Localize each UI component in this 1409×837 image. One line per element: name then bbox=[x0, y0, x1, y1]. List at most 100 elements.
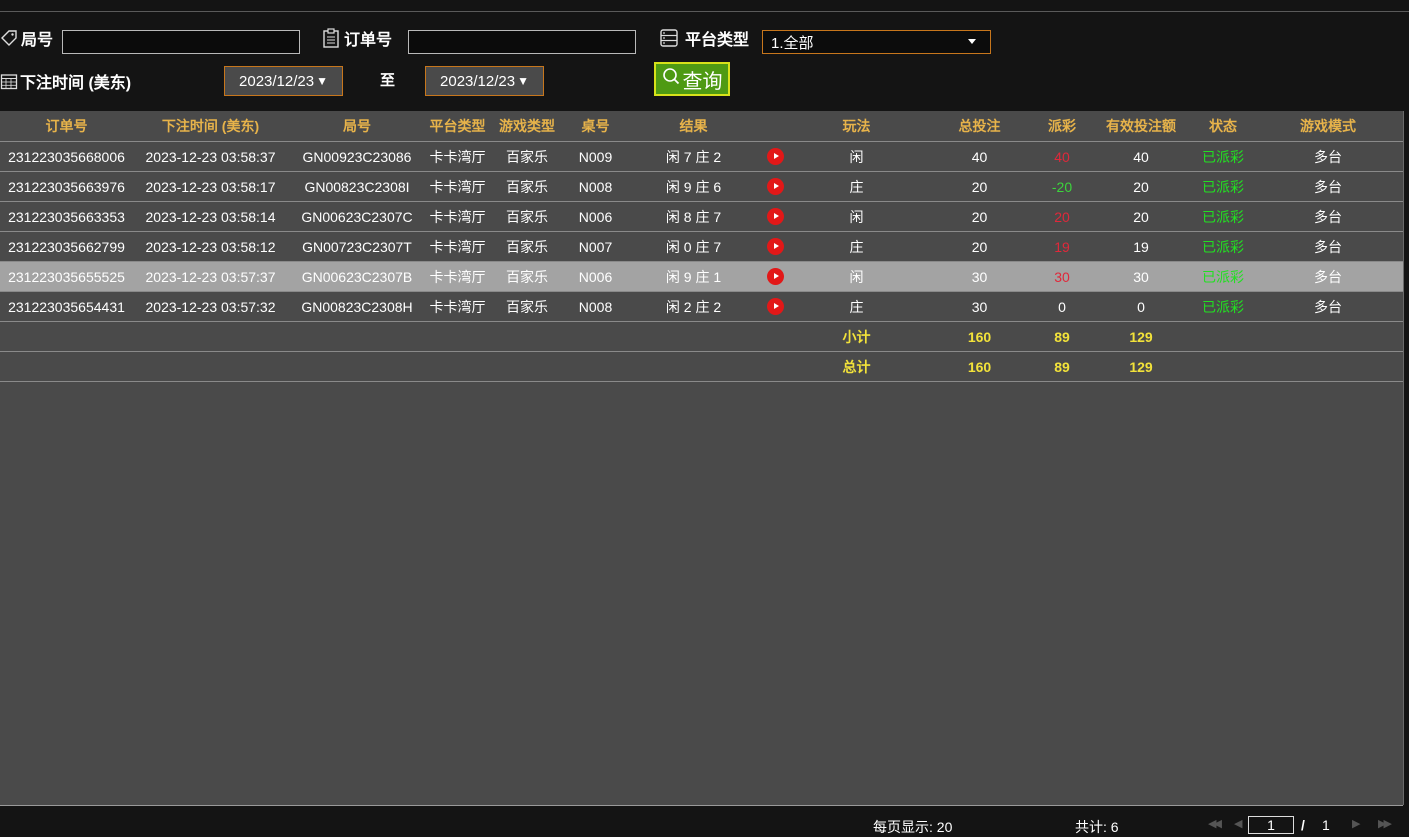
cell-bet: 20 bbox=[924, 171, 1035, 202]
next-page-icon[interactable]: ▶ bbox=[1352, 817, 1361, 830]
cell-time: 2023-12-23 03:57:37 bbox=[133, 261, 288, 292]
order-filter-label: 订单号 bbox=[322, 26, 392, 50]
total-bet: 160 bbox=[924, 351, 1035, 382]
filter-bar: 局号 订单号 平台类型 1.全部 下注时间 (美东) 2023/12/23 ▼ 至… bbox=[0, 0, 1409, 108]
cell-order: 231223035654431 bbox=[0, 291, 133, 322]
play-icon[interactable] bbox=[766, 238, 784, 256]
round-input[interactable] bbox=[62, 30, 300, 54]
cell-play: 闲 bbox=[789, 141, 924, 172]
cell-order: 231223035663976 bbox=[0, 171, 133, 202]
order-input[interactable] bbox=[408, 30, 636, 54]
cell-replay bbox=[761, 231, 789, 262]
cell-valid: 40 bbox=[1089, 141, 1193, 172]
col-mode: 游戏模式 bbox=[1253, 111, 1403, 142]
cell-result: 闲 9 庄 1 bbox=[626, 261, 761, 292]
play-icon[interactable] bbox=[766, 298, 784, 316]
last-page-icon[interactable]: ▶▶ bbox=[1378, 817, 1392, 830]
cell-order: 231223035663353 bbox=[0, 201, 133, 232]
query-button[interactable]: 查询 bbox=[654, 62, 730, 96]
cell-result: 闲 8 庄 7 bbox=[626, 201, 761, 232]
play-icon[interactable] bbox=[766, 178, 784, 196]
cell-play: 闲 bbox=[789, 201, 924, 232]
cell-status: 已派彩 bbox=[1193, 141, 1253, 172]
cell-bet: 30 bbox=[924, 291, 1035, 322]
cell-status: 已派彩 bbox=[1193, 291, 1253, 322]
page-total: 1 bbox=[1322, 817, 1330, 833]
subtotal-bet: 160 bbox=[924, 321, 1035, 352]
cell-order: 231223035662799 bbox=[0, 231, 133, 262]
col-status: 状态 bbox=[1193, 111, 1253, 142]
to-label: 至 bbox=[380, 72, 396, 89]
total-label: 总计 bbox=[789, 351, 924, 382]
cell-valid: 30 bbox=[1089, 261, 1193, 292]
cell-table: N008 bbox=[565, 171, 626, 202]
cell-round: GN00823C2308I bbox=[288, 171, 426, 202]
cell-replay bbox=[761, 291, 789, 322]
date-from-picker[interactable]: 2023/12/23 ▼ bbox=[224, 66, 343, 96]
cell-play: 闲 bbox=[789, 261, 924, 292]
col-valid: 有效投注额 bbox=[1089, 111, 1193, 142]
play-icon[interactable] bbox=[766, 268, 784, 286]
tag-icon bbox=[0, 29, 18, 47]
cell-result: 闲 2 庄 2 bbox=[626, 291, 761, 322]
cell-game: 百家乐 bbox=[489, 141, 565, 172]
round-filter-label: 局号 bbox=[0, 26, 53, 50]
cell-mode: 多台 bbox=[1253, 171, 1403, 202]
cell-game: 百家乐 bbox=[489, 261, 565, 292]
table-row[interactable]: 231223035668006 2023-12-23 03:58:37 GN00… bbox=[0, 141, 1403, 172]
cell-bet: 40 bbox=[924, 141, 1035, 172]
cell-bet: 20 bbox=[924, 201, 1035, 232]
table-row[interactable]: 231223035662799 2023-12-23 03:58:12 GN00… bbox=[0, 231, 1403, 262]
cell-play: 庄 bbox=[789, 231, 924, 262]
cell-replay bbox=[761, 171, 789, 202]
cell-mode: 多台 bbox=[1253, 201, 1403, 232]
cell-valid: 20 bbox=[1089, 201, 1193, 232]
cell-status: 已派彩 bbox=[1193, 231, 1253, 262]
cell-valid: 19 bbox=[1089, 231, 1193, 262]
cell-time: 2023-12-23 03:58:12 bbox=[133, 231, 288, 262]
cell-game: 百家乐 bbox=[489, 201, 565, 232]
subtotal-label: 小计 bbox=[789, 321, 924, 352]
calendar-icon bbox=[0, 72, 18, 90]
subtotal-row: 小计 160 89 129 bbox=[0, 321, 1403, 352]
cell-play: 庄 bbox=[789, 291, 924, 322]
col-game: 游戏类型 bbox=[489, 111, 565, 142]
cell-payout: -20 bbox=[1035, 171, 1089, 202]
platform-filter-label: 平台类型 bbox=[659, 26, 749, 50]
table-row[interactable]: 231223035663353 2023-12-23 03:58:14 GN00… bbox=[0, 201, 1403, 232]
cell-status: 已派彩 bbox=[1193, 171, 1253, 202]
table-row[interactable]: 231223035663976 2023-12-23 03:58:17 GN00… bbox=[0, 171, 1403, 202]
col-payout: 派彩 bbox=[1035, 111, 1089, 142]
cell-mode: 多台 bbox=[1253, 231, 1403, 262]
cell-valid: 0 bbox=[1089, 291, 1193, 322]
cell-game: 百家乐 bbox=[489, 171, 565, 202]
time-filter-label: 下注时间 (美东) bbox=[0, 69, 131, 93]
platform-select[interactable]: 1.全部 bbox=[762, 30, 991, 54]
cell-table: N008 bbox=[565, 291, 626, 322]
play-icon[interactable] bbox=[766, 208, 784, 226]
col-platform: 平台类型 bbox=[426, 111, 489, 142]
clipboard-icon bbox=[322, 28, 340, 48]
cell-result: 闲 9 庄 6 bbox=[626, 171, 761, 202]
col-time: 下注时间 (美东) bbox=[133, 111, 288, 142]
table-row[interactable]: 231223035654431 2023-12-23 03:57:32 GN00… bbox=[0, 291, 1403, 322]
col-round: 局号 bbox=[288, 111, 426, 142]
prev-page-icon[interactable]: ◀ bbox=[1234, 817, 1243, 830]
total-row: 总计 160 89 129 bbox=[0, 351, 1403, 382]
cell-bet: 20 bbox=[924, 231, 1035, 262]
cell-table: N006 bbox=[565, 201, 626, 232]
subtotal-payout: 89 bbox=[1035, 321, 1089, 352]
table-row-selected[interactable]: 231223035655525 2023-12-23 03:57:37 GN00… bbox=[0, 261, 1403, 292]
cell-game: 百家乐 bbox=[489, 231, 565, 262]
col-table: 桌号 bbox=[565, 111, 626, 142]
date-to-picker[interactable]: 2023/12/23 ▼ bbox=[425, 66, 544, 96]
play-icon[interactable] bbox=[766, 148, 784, 166]
cell-time: 2023-12-23 03:58:17 bbox=[133, 171, 288, 202]
col-result: 结果 bbox=[626, 111, 761, 142]
cell-time: 2023-12-23 03:58:14 bbox=[133, 201, 288, 232]
page-number-input[interactable]: 1 bbox=[1248, 816, 1294, 834]
first-page-icon[interactable]: ◀◀ bbox=[1208, 817, 1222, 830]
cell-mode: 多台 bbox=[1253, 261, 1403, 292]
cell-replay bbox=[761, 201, 789, 232]
cell-round: GN00923C23086 bbox=[288, 141, 426, 172]
